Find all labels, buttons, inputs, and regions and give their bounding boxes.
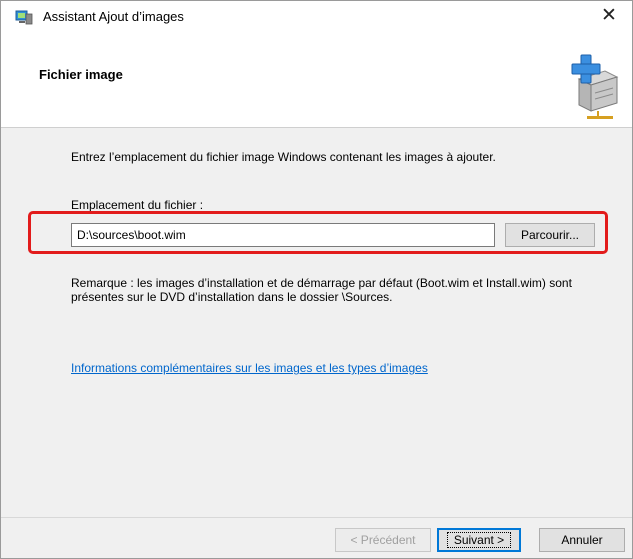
window-title: Assistant Ajout d’images xyxy=(43,9,184,24)
close-button[interactable]: ✕ xyxy=(586,1,632,31)
description-text: Entrez l’emplacement du fichier image Wi… xyxy=(71,150,496,164)
browse-button-label: Parcourir... xyxy=(520,228,580,242)
next-button[interactable]: Suivant > xyxy=(437,528,521,552)
note-text: Remarque : les images d’installation et … xyxy=(71,276,572,304)
add-image-server-icon xyxy=(571,54,619,119)
cancel-button-label: Annuler xyxy=(561,533,603,547)
location-label: Emplacement du fichier : xyxy=(71,198,203,212)
server-computer-icon xyxy=(15,10,33,25)
file-location-input[interactable] xyxy=(71,223,495,247)
browse-button[interactable]: Parcourir... xyxy=(505,223,595,247)
next-button-label: Suivant > xyxy=(446,532,512,548)
footer-separator xyxy=(1,517,632,518)
title-bar[interactable]: Assistant Ajout d’images ✕ xyxy=(1,1,632,31)
wizard-header: Fichier image xyxy=(1,31,632,128)
previous-button[interactable]: < Précédent xyxy=(335,528,431,552)
page-title: Fichier image xyxy=(39,67,123,82)
previous-button-label: < Précédent xyxy=(350,533,416,547)
cancel-button[interactable]: Annuler xyxy=(539,528,625,552)
close-icon: ✕ xyxy=(601,5,617,26)
location-label-text: Emplacement du fichier : xyxy=(71,198,204,212)
more-info-link[interactable]: Informations complémentaires sur les ima… xyxy=(71,361,428,375)
wizard-window: Assistant Ajout d’images ✕ Fichier image… xyxy=(0,0,633,559)
